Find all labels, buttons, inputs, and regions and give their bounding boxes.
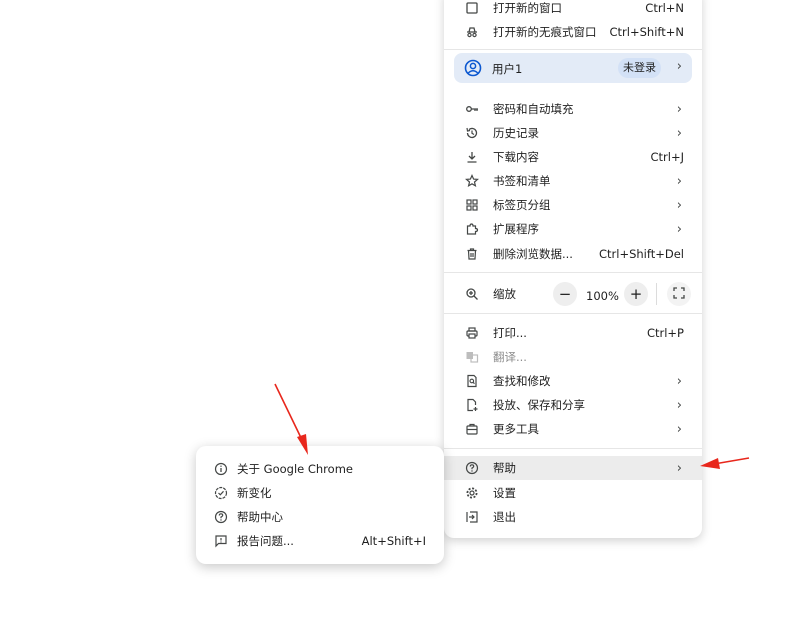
zoom-icon (464, 286, 480, 302)
menu-item-extensions[interactable]: 扩展程序 › (444, 217, 702, 241)
gear-icon (464, 485, 480, 501)
menu-item-more-tools[interactable]: 更多工具 › (444, 417, 702, 441)
menu-item-find-and-edit[interactable]: 查找和修改 › (444, 369, 702, 393)
tab-groups-icon (464, 197, 480, 213)
menu-item-label: 书签和清单 (493, 174, 551, 188)
chevron-right-icon: › (676, 125, 682, 141)
cast-save-icon (464, 397, 480, 413)
menu-item-label: 密码和自动填充 (493, 102, 574, 116)
profile-item[interactable]: 用户1 未登录 › (454, 53, 692, 83)
info-icon (213, 461, 229, 477)
menu-item-label: 退出 (493, 510, 516, 524)
menu-item-print[interactable]: 打印... Ctrl+P (444, 321, 702, 345)
menu-item-new-incognito-window[interactable]: 打开新的无痕式窗口 Ctrl+Shift+N (444, 20, 702, 44)
menu-divider (444, 448, 702, 449)
zoom-in-button[interactable]: + (624, 282, 648, 306)
submenu-item-label: 报告问题... (237, 534, 294, 548)
zoom-out-button[interactable]: − (553, 282, 577, 306)
menu-item-tab-groups[interactable]: 标签页分组 › (444, 193, 702, 217)
menu-item-shortcut: Ctrl+P (646, 326, 684, 340)
menu-divider (444, 272, 702, 273)
menu-item-history[interactable]: 历史记录 › (444, 121, 702, 145)
incognito-icon (464, 24, 480, 40)
menu-item-shortcut: Ctrl+Shift+Del (599, 247, 684, 261)
chevron-right-icon: › (676, 460, 682, 476)
menu-item-shortcut: Ctrl+N (645, 1, 684, 15)
puzzle-icon (464, 221, 480, 237)
print-icon (464, 325, 480, 341)
find-icon (464, 373, 480, 389)
download-icon (464, 149, 480, 165)
submenu-item-label: 新变化 (237, 486, 272, 500)
chevron-right-icon: › (676, 397, 682, 413)
star-icon (464, 173, 480, 189)
menu-item-label: 设置 (493, 486, 516, 500)
menu-item-label: 投放、保存和分享 (493, 398, 585, 412)
submenu-item-report-issue[interactable]: 报告问题... Alt+Shift+I (196, 529, 444, 553)
menu-divider (444, 49, 702, 50)
submenu-item-about-chrome[interactable]: 关于 Google Chrome (196, 457, 444, 481)
menu-item-label: 打开新的无痕式窗口 (493, 25, 597, 39)
zoom-label: 缩放 (493, 287, 516, 301)
trash-icon (464, 246, 480, 262)
help-icon (213, 509, 229, 525)
menu-divider (444, 313, 702, 314)
chevron-right-icon: › (676, 373, 682, 389)
menu-item-label: 标签页分组 (493, 198, 551, 212)
key-icon (464, 101, 480, 117)
fullscreen-button[interactable] (667, 282, 691, 306)
new-window-icon (464, 0, 480, 16)
fullscreen-icon (673, 285, 685, 303)
menu-item-bookmarks[interactable]: 书签和清单 › (444, 169, 702, 193)
menu-item-label: 查找和修改 (493, 374, 551, 388)
chevron-right-icon: › (676, 221, 682, 237)
annotation-arrow-to-help (700, 457, 750, 469)
exit-icon (464, 509, 480, 525)
toolbox-icon (464, 421, 480, 437)
profile-name: 用户1 (492, 62, 523, 76)
menu-item-shortcut: Ctrl+Shift+N (609, 25, 684, 39)
menu-item-label: 更多工具 (493, 422, 539, 436)
menu-item-label: 打印... (493, 326, 527, 340)
chevron-right-icon: › (676, 421, 682, 437)
menu-item-new-window[interactable]: 打开新的窗口 Ctrl+N (444, 0, 702, 20)
annotation-arrow-to-submenu (274, 383, 308, 455)
menu-item-exit[interactable]: 退出 (444, 505, 702, 529)
menu-item-label: 删除浏览数据... (493, 247, 573, 261)
menu-item-help[interactable]: 帮助 › (444, 456, 702, 480)
menu-item-label: 扩展程序 (493, 222, 539, 236)
menu-item-cast-save-share[interactable]: 投放、保存和分享 › (444, 393, 702, 417)
menu-item-translate: 翻译... (444, 345, 702, 369)
menu-item-downloads[interactable]: 下载内容 Ctrl+J (444, 145, 702, 169)
menu-item-passwords[interactable]: 密码和自动填充 › (444, 97, 702, 121)
help-submenu: 关于 Google Chrome 新变化 帮助中心 报告问题... Alt+Sh… (196, 446, 444, 564)
menu-item-clear-browsing-data[interactable]: 删除浏览数据... Ctrl+Shift+Del (444, 242, 702, 266)
menu-item-label: 下载内容 (493, 150, 539, 164)
menu-item-label: 打开新的窗口 (493, 1, 562, 15)
submenu-item-label: 关于 Google Chrome (237, 462, 353, 476)
chevron-right-icon: › (676, 59, 682, 74)
submenu-item-label: 帮助中心 (237, 510, 283, 524)
signed-out-badge: 未登录 (618, 58, 661, 78)
menu-item-label: 帮助 (493, 461, 516, 475)
feedback-icon (213, 533, 229, 549)
chrome-main-menu: 打开新的窗口 Ctrl+N 打开新的无痕式窗口 Ctrl+Shift+N 用户1… (444, 0, 702, 538)
translate-icon (464, 349, 480, 365)
whats-new-icon (213, 485, 229, 501)
menu-item-shortcut: Ctrl+J (650, 150, 685, 164)
help-icon (464, 460, 480, 476)
submenu-item-help-center[interactable]: 帮助中心 (196, 505, 444, 529)
menu-item-label: 历史记录 (493, 126, 539, 140)
account-circle-icon (464, 59, 482, 77)
chevron-right-icon: › (676, 101, 682, 117)
submenu-item-whats-new[interactable]: 新变化 (196, 481, 444, 505)
menu-item-settings[interactable]: 设置 (444, 481, 702, 505)
history-icon (464, 125, 480, 141)
chevron-right-icon: › (676, 197, 682, 213)
chevron-right-icon: › (676, 173, 682, 189)
zoom-level: 100% (586, 289, 619, 303)
zoom-divider (656, 283, 657, 305)
submenu-item-shortcut: Alt+Shift+I (361, 534, 426, 548)
menu-item-label: 翻译... (493, 350, 527, 364)
